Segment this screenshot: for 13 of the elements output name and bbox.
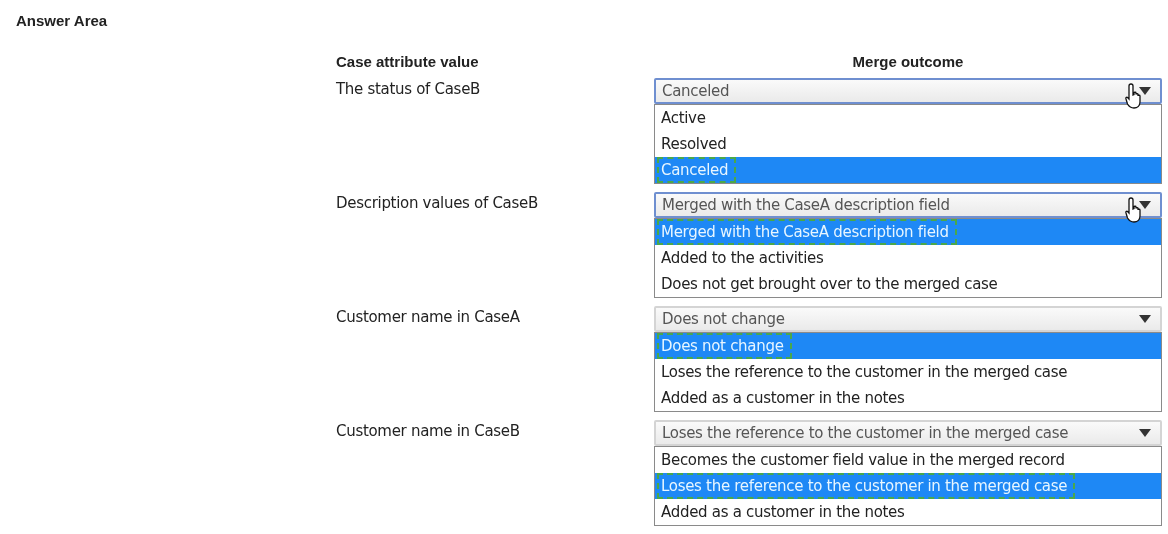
dropdown-field[interactable]: Loses the reference to the customer in the merged case bbox=[654, 420, 1162, 446]
column-header: Case attribute value bbox=[336, 53, 480, 70]
dropdown-arrow-icon[interactable] bbox=[1138, 428, 1152, 438]
dropdown-arrow-icon[interactable] bbox=[1138, 314, 1152, 324]
attribute-label: Description values of CaseB bbox=[336, 193, 539, 214]
attribute-label: Customer name in CaseB bbox=[336, 421, 521, 442]
attribute-label: Customer name in CaseA bbox=[336, 307, 521, 328]
dropdown-arrow-icon[interactable] bbox=[1138, 200, 1152, 210]
attribute-label: The status of CaseB bbox=[336, 79, 482, 100]
column-header: Merge outcome bbox=[851, 53, 965, 70]
dropdown-field[interactable]: Does not change bbox=[654, 306, 1162, 332]
dropdown-arrow-icon[interactable] bbox=[1138, 86, 1152, 96]
answer-area-title: Answer Area bbox=[16, 12, 109, 29]
